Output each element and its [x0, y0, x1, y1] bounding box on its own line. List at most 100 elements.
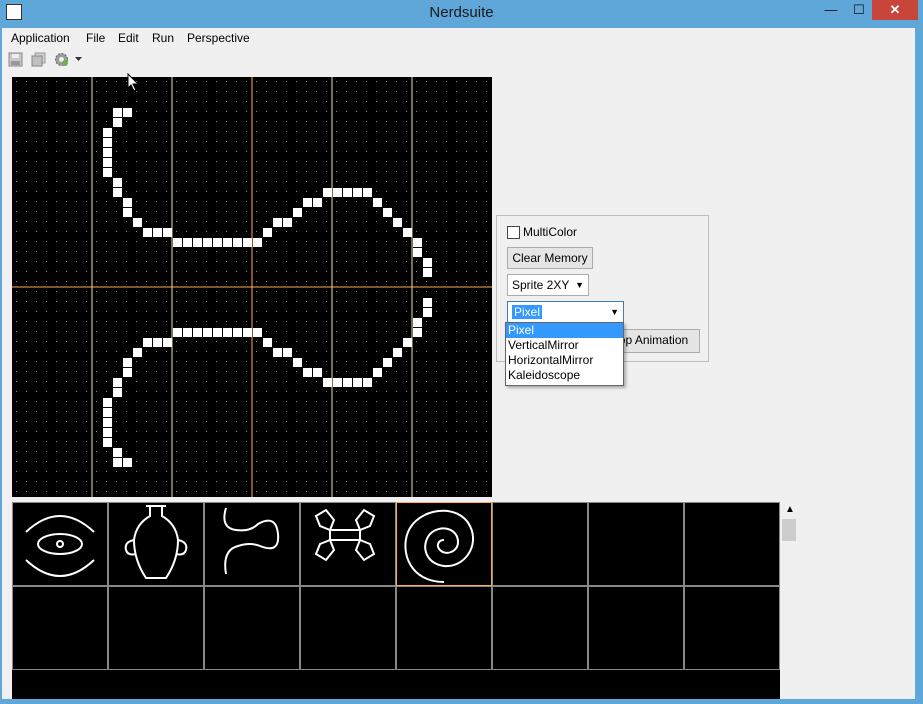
- chevron-down-icon: ▼: [610, 307, 619, 317]
- menu-file[interactable]: File: [86, 31, 105, 45]
- sprite-pixel: [413, 248, 422, 257]
- sprite-pixel: [263, 338, 272, 347]
- sprite-pixel: [273, 348, 282, 357]
- sprite-pixel: [343, 188, 352, 197]
- sprite-pixel: [123, 108, 132, 117]
- sprite-pixel: [373, 368, 382, 377]
- sprite-slot: [12, 586, 108, 670]
- mode-option-pixel[interactable]: Pixel: [506, 323, 623, 338]
- maximize-button[interactable]: ☐: [846, 0, 872, 20]
- sprite-pixel: [173, 238, 182, 247]
- menu-perspective[interactable]: Perspective: [187, 31, 250, 45]
- sprite-pixel: [363, 378, 372, 387]
- save-all-icon[interactable]: [31, 52, 46, 67]
- sprite-size-select[interactable]: Sprite 2XY ▼: [507, 274, 589, 296]
- sprite-pixel: [103, 438, 112, 447]
- sprite-pixel: [113, 188, 122, 197]
- sprite-pixel: [123, 198, 132, 207]
- mode-option-vertical-mirror[interactable]: VerticalMirror: [506, 338, 623, 353]
- mode-select[interactable]: Pixel ▼: [507, 301, 624, 323]
- menu-application[interactable]: Application: [11, 31, 70, 45]
- sprite-slot: [108, 502, 204, 586]
- sprite-thumbnail: [314, 508, 376, 562]
- sprite-pixel: [413, 238, 422, 247]
- sprite-pixel: [233, 238, 242, 247]
- sprite-pixel: [403, 228, 412, 237]
- sprite-thumbnail: [223, 507, 280, 575]
- clear-memory-button[interactable]: Clear Memory: [507, 247, 593, 269]
- sprite-slot: [300, 502, 396, 586]
- sprite-slot: [108, 586, 204, 670]
- sprite-pixel: [393, 348, 402, 357]
- title-bar: Nerdsuite — ☐ ✕: [0, 0, 923, 28]
- sprite-pixel: [333, 188, 342, 197]
- sprite-pixel: [353, 188, 362, 197]
- sprite-pixel: [103, 158, 112, 167]
- sprite-pixel: [243, 238, 252, 247]
- menu-bar: Application File Edit Run Perspective: [2, 28, 915, 48]
- sprite-pixel: [193, 328, 202, 337]
- sprite-pixel: [213, 238, 222, 247]
- sprite-pixel: [113, 178, 122, 187]
- multicolor-checkbox[interactable]: [507, 226, 520, 239]
- sprite-pixel: [183, 328, 192, 337]
- sprite-slot: [204, 586, 300, 670]
- sprite-pixel: [143, 338, 152, 347]
- sprite-pixel: [413, 318, 422, 327]
- sprite-pixel: [223, 238, 232, 247]
- sprite-pixel: [113, 108, 122, 117]
- mode-value: Pixel: [512, 305, 543, 319]
- sprite-slot: [684, 502, 780, 586]
- selected-sprite-outline: [396, 502, 492, 586]
- sprite-pixel: [313, 368, 322, 377]
- sprite-pixel: [173, 328, 182, 337]
- sprite-pixel: [413, 328, 422, 337]
- dropdown-arrow-icon[interactable]: [75, 57, 90, 72]
- sprite-pixel: [113, 458, 122, 467]
- scroll-up-icon[interactable]: ▲: [785, 504, 795, 515]
- sprite-pixel: [353, 378, 362, 387]
- sprite-pixel: [153, 228, 162, 237]
- sprite-thumbnail-strip[interactable]: [12, 502, 780, 699]
- sprite-pixel: [283, 218, 292, 227]
- sprite-pixel: [193, 238, 202, 247]
- sprite-pixel: [363, 188, 372, 197]
- sprite-slot: [396, 586, 492, 670]
- sprite-pixel: [113, 388, 122, 397]
- chevron-down-icon: ▼: [575, 280, 584, 290]
- sprite-pixel: [113, 118, 122, 127]
- sprite-pixel: [103, 168, 112, 177]
- sprite-pixel: [103, 128, 112, 137]
- sprite-pixel: [203, 328, 212, 337]
- mode-option-kaleidoscope[interactable]: Kaleidoscope: [506, 368, 623, 383]
- vertical-scrollbar[interactable]: ▲: [782, 502, 799, 699]
- menu-edit[interactable]: Edit: [118, 31, 139, 45]
- sprite-slot: [492, 586, 588, 670]
- close-button[interactable]: ✕: [872, 0, 918, 20]
- sprite-pixel: [123, 358, 132, 367]
- sprite-pixel: [323, 378, 332, 387]
- sprite-editor-canvas[interactable]: [12, 77, 492, 497]
- sprite-pixel: [273, 218, 282, 227]
- sprite-pixel: [383, 358, 392, 367]
- save-icon[interactable]: [8, 52, 23, 67]
- sprite-pixel: [323, 188, 332, 197]
- sprite-thumbnail: [404, 509, 475, 583]
- menu-run[interactable]: Run: [152, 31, 174, 45]
- mode-option-horizontal-mirror[interactable]: HorizontalMirror: [506, 353, 623, 368]
- sprite-pixel: [313, 198, 322, 207]
- sprite-pixel: [133, 348, 142, 357]
- sprite-pixel: [223, 328, 232, 337]
- sprite-pixel: [383, 208, 392, 217]
- run-gear-icon[interactable]: [54, 52, 69, 67]
- minimize-button[interactable]: —: [818, 0, 844, 20]
- scroll-thumb[interactable]: [782, 519, 796, 541]
- sprite-pixel: [213, 328, 222, 337]
- sprite-pixel: [123, 458, 132, 467]
- sprite-pixel: [203, 238, 212, 247]
- sprite-slot: [684, 586, 780, 670]
- sprite-pixel: [253, 238, 262, 247]
- sprite-pixel: [253, 328, 262, 337]
- sprite-pixel: [103, 138, 112, 147]
- sprite-pixel: [113, 448, 122, 457]
